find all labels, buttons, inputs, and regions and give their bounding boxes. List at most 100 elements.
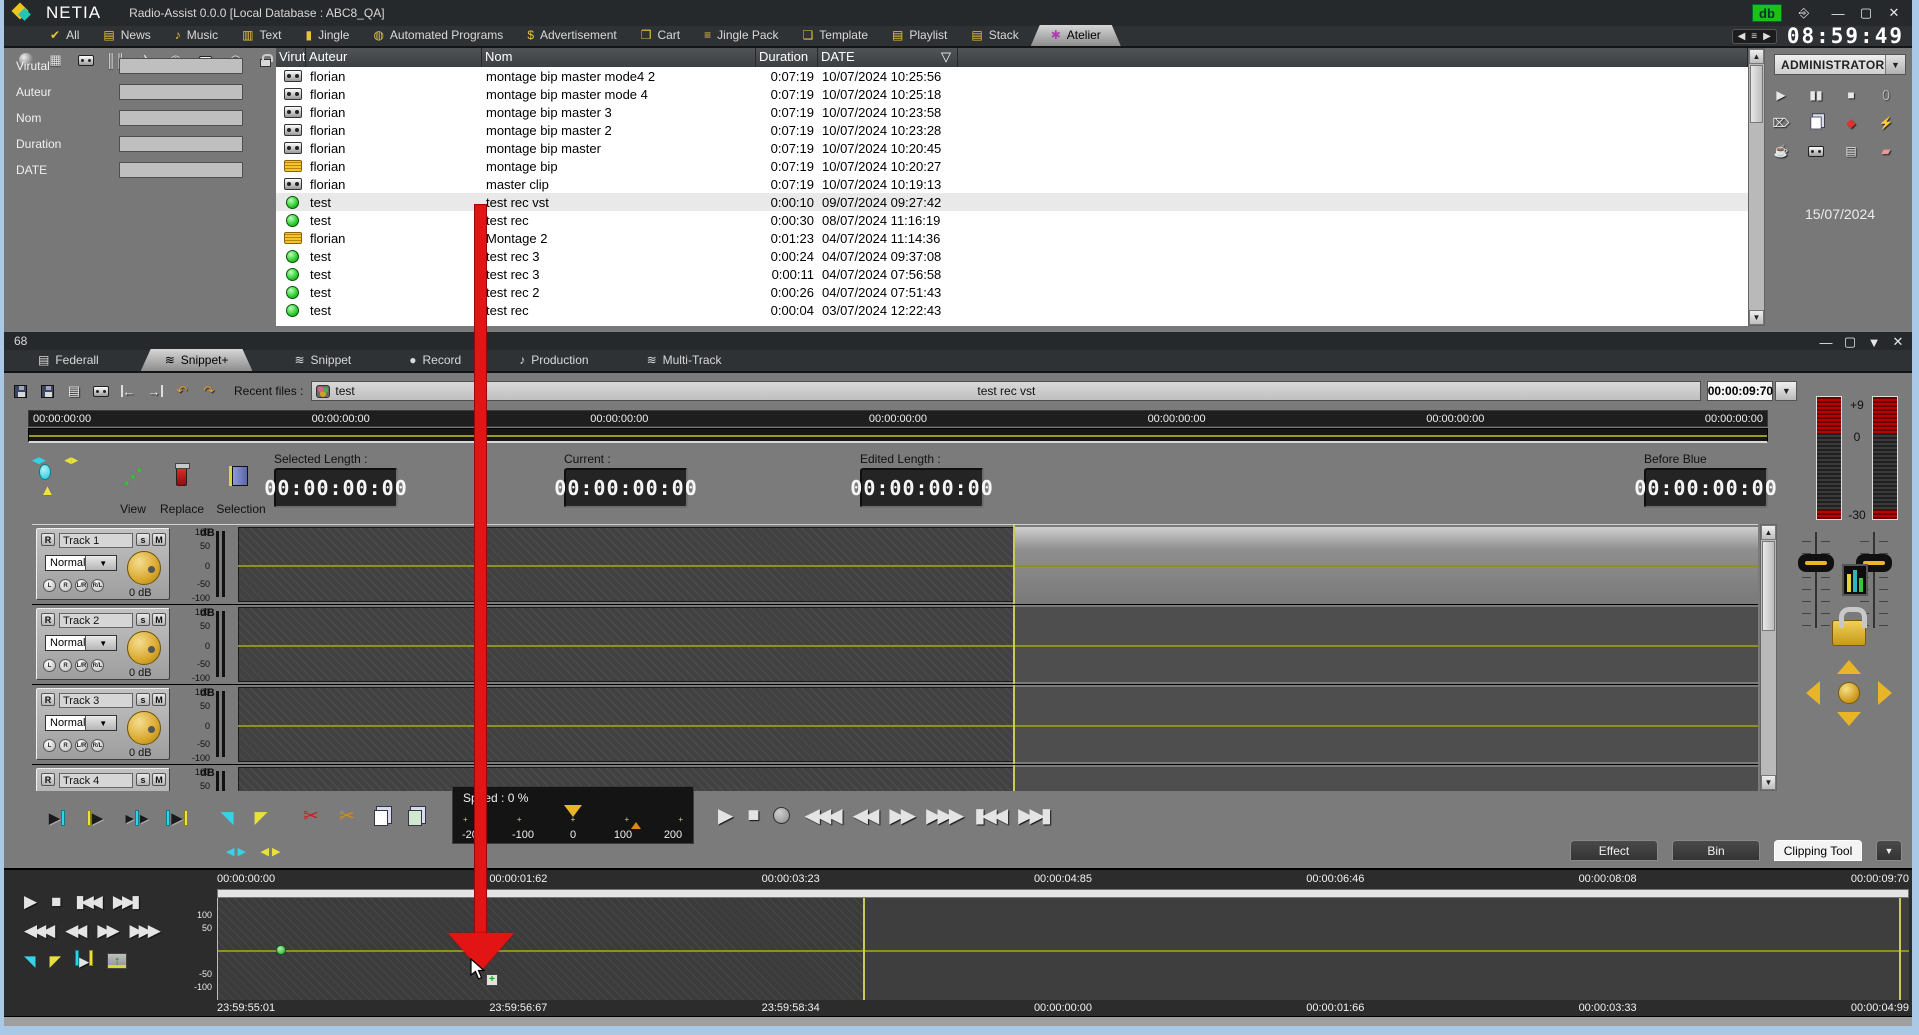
route-lr-button[interactable]: L/R	[75, 739, 88, 752]
route-l-button[interactable]: L	[43, 739, 56, 752]
redo-icon[interactable]: ↷	[198, 382, 220, 401]
route-r-button[interactable]: R	[59, 739, 72, 752]
forward-button[interactable]: ▶▶	[889, 803, 912, 828]
col-duration[interactable]: Duration	[756, 48, 818, 67]
nudge-up-icon[interactable]	[1837, 660, 1861, 674]
nudge-pad[interactable]	[1804, 660, 1894, 726]
editor-tab[interactable]: ● Record	[393, 349, 477, 371]
clip-ruler[interactable]: 00:00:00:0000:00:01:6200:00:03:2300:00:0…	[217, 873, 1909, 888]
clip-forward-button[interactable]: ▶▶	[97, 921, 115, 941]
ribbon-tab[interactable]: ▥ Text	[230, 25, 293, 46]
filter-input[interactable]	[119, 162, 243, 178]
selection-tool[interactable]	[232, 466, 248, 486]
ribbon-tab[interactable]: ❒ Cart	[629, 25, 692, 46]
undo-icon[interactable]: ↶	[171, 382, 193, 401]
chevron-down-icon[interactable]: ▼	[85, 556, 116, 570]
step-icons-2[interactable]: ◀▶	[64, 455, 78, 465]
rewind-button[interactable]: ◀◀	[853, 803, 876, 828]
track-fader-icon[interactable]	[216, 531, 219, 597]
goto-start-button[interactable]: ▶	[42, 804, 72, 832]
clip-next-button[interactable]: ▶▶▮	[113, 892, 137, 912]
document-icon[interactable]: ▤	[1840, 142, 1862, 160]
ribbon-tab[interactable]: ♪ Music	[163, 25, 230, 46]
filter-input[interactable]	[119, 58, 243, 74]
flash-icon[interactable]: ⚡	[1875, 114, 1897, 132]
overview-bar[interactable]	[28, 428, 1768, 443]
editor-menu-icon[interactable]: ▼	[1862, 333, 1886, 351]
clip-export-icon[interactable]: ↑	[107, 953, 127, 969]
record-arm-button[interactable]: R	[41, 533, 55, 546]
route-r-button[interactable]: R	[59, 579, 72, 592]
copy-icon[interactable]	[1805, 114, 1827, 132]
clip-rewind-fast-button[interactable]: ◀◀◀	[24, 921, 51, 941]
goto-end-button[interactable]: ▶	[162, 804, 192, 832]
editor-tab[interactable]: ▤ Federall	[22, 349, 115, 371]
ribbon-tab[interactable]: ≡ Jingle Pack	[692, 25, 790, 46]
editor-close-button[interactable]: ✕	[1886, 333, 1910, 351]
minimize-button[interactable]: —	[1826, 4, 1850, 22]
table-row[interactable]: test test rec 0:00:04 03/07/2024 12:22:4…	[276, 301, 1748, 319]
replace-tool[interactable]	[176, 466, 187, 486]
user-selector[interactable]: ADMINISTRATOR ▼	[1774, 54, 1906, 75]
mute-button[interactable]: M	[152, 693, 166, 706]
record-arm-button[interactable]: R	[41, 693, 55, 706]
track-waveform[interactable]	[238, 525, 1758, 604]
save-as-icon[interactable]	[36, 382, 58, 401]
ribbon-tab[interactable]: ✔ All	[38, 25, 91, 46]
clip-marker-bar[interactable]	[217, 889, 1909, 898]
track-name-field[interactable]: Track 1	[59, 533, 133, 548]
track-mode-select[interactable]: Normal▼	[45, 635, 117, 651]
editor-tab[interactable]: ♪ Production	[503, 349, 604, 371]
ribbon-tab[interactable]: ◍ Automated Programs	[361, 25, 515, 46]
route-lr-button[interactable]: L/R	[75, 659, 88, 672]
view-tool[interactable]: ⋰	[116, 466, 150, 489]
clip-previous-button[interactable]: ▮◀◀	[75, 892, 99, 912]
fader-left[interactable]	[1798, 532, 1834, 628]
editor-maximize-button[interactable]: ▢	[1838, 333, 1862, 351]
editor-tab[interactable]: ≋ Multi-Track	[631, 349, 738, 371]
mark-out-icon[interactable]: ◤	[246, 804, 276, 832]
table-row[interactable]: test test rec 2 0:00:26 04/07/2024 07:51…	[276, 283, 1748, 301]
mute-button[interactable]: M	[152, 613, 166, 626]
time-format-dropdown[interactable]: ▼	[1775, 381, 1797, 401]
track-waveform[interactable]	[238, 605, 1758, 684]
current-file-field[interactable]: test test rec vst	[311, 381, 1701, 401]
track-mode-select[interactable]: Normal▼	[45, 715, 117, 731]
rewind-fast-button[interactable]: ◀◀◀	[804, 803, 838, 828]
record-button[interactable]	[773, 807, 790, 824]
speaker-tool-icon[interactable]: ▲	[34, 464, 56, 504]
solo-button[interactable]: s	[136, 533, 150, 546]
cut-icon[interactable]: ✂	[296, 802, 326, 830]
track-fader-icon[interactable]	[216, 771, 219, 791]
panel-button[interactable]: Effect	[1570, 840, 1658, 861]
col-nom[interactable]: Nom	[482, 48, 756, 67]
table-row[interactable]: florian montage bip 0:07:19 10/07/2024 1…	[276, 157, 1748, 175]
play-selection-button[interactable]: ▶▶	[122, 804, 152, 832]
route-l-button[interactable]: L	[43, 579, 56, 592]
scroll-down-icon[interactable]: ▼	[1749, 310, 1764, 325]
forward-fast-button[interactable]: ▶▶▶	[926, 803, 960, 828]
clip-marker-dot[interactable]	[276, 945, 286, 955]
play-button[interactable]: ▶	[718, 803, 733, 828]
track-fader-icon[interactable]	[216, 611, 219, 677]
clip-mark-out-icon[interactable]: ◤	[50, 952, 62, 970]
table-row[interactable]: test test rec 3 0:00:11 04/07/2024 07:56…	[276, 265, 1748, 283]
table-row[interactable]: test test rec 0:00:30 08/07/2024 11:16:1…	[276, 211, 1748, 229]
eraser-icon[interactable]: ▰	[1875, 142, 1897, 160]
stop-button[interactable]: ■	[747, 804, 759, 827]
play-icon[interactable]: ▶	[1770, 86, 1792, 104]
ribbon-tab[interactable]: ▤ Stack	[959, 25, 1030, 46]
chevron-down-icon[interactable]: ▼	[1885, 55, 1905, 74]
track-name-field[interactable]: Track 3	[59, 693, 133, 708]
scrollbar-thumb[interactable]	[1762, 541, 1775, 631]
clip-rewind-button[interactable]: ◀◀	[65, 921, 83, 941]
ribbon-tab[interactable]: ▤ Playlist	[880, 25, 959, 46]
new-document-icon[interactable]: ▤	[63, 382, 85, 401]
logout-icon[interactable]: ⎆	[1792, 4, 1816, 22]
track-name-field[interactable]: Track 2	[59, 613, 133, 628]
scroll-down-icon[interactable]: ▼	[1761, 775, 1776, 790]
record-arm-button[interactable]: R	[41, 613, 55, 626]
equalizer-icon[interactable]	[1842, 564, 1868, 596]
nudge-right-icon[interactable]	[1878, 681, 1892, 705]
track-waveform[interactable]	[238, 685, 1758, 764]
